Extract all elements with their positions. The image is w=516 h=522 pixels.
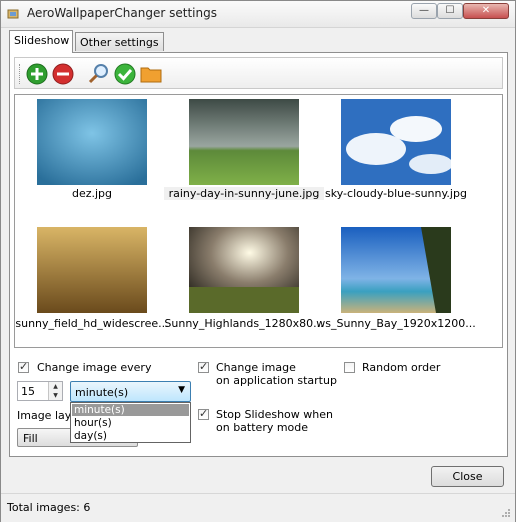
toolbar-grip[interactable]: [19, 64, 22, 84]
maximize-button[interactable]: ☐: [437, 3, 463, 19]
checkmark-icon: ✓: [199, 407, 209, 420]
battery-label-line1: Stop Slideshow when: [216, 408, 333, 421]
maximize-icon: ☐: [445, 5, 455, 16]
startup-checkbox[interactable]: ✓: [198, 360, 209, 373]
checkmark-icon: ✓: [199, 360, 209, 373]
status-bar: Total images: 6: [1, 493, 515, 522]
image-layout-label: Image layo: [17, 409, 78, 422]
settings-window: AeroWallpaperChanger settings — ☐ ✕ Slid…: [0, 0, 516, 522]
close-window-button[interactable]: ✕: [463, 3, 509, 19]
toolbar: [14, 57, 503, 89]
image-caption: ws_Sunny_Bay_1920x1200...: [316, 317, 476, 330]
image-layout-value: Fill: [23, 432, 38, 445]
dropdown-option-minute[interactable]: minute(s): [72, 404, 189, 416]
thumbnail-sunny-highlands[interactable]: [189, 227, 299, 313]
interval-value: 15: [21, 385, 35, 398]
thumbnail-rainy-day[interactable]: [189, 99, 299, 185]
add-icon[interactable]: [25, 62, 49, 86]
tab-slideshow[interactable]: Slideshow: [9, 30, 73, 53]
battery-label-line2: on battery mode: [216, 421, 309, 434]
interval-unit-select[interactable]: minute(s) ▼: [70, 381, 191, 402]
change-every-checkbox[interactable]: ✓: [18, 360, 29, 373]
magnifier-icon[interactable]: [87, 62, 111, 86]
check-icon[interactable]: [113, 62, 137, 86]
change-every-label: Change image every: [37, 361, 152, 374]
random-order-label: Random order: [362, 361, 441, 374]
window-title: AeroWallpaperChanger settings: [27, 6, 217, 20]
thumbnail-sunny-field[interactable]: [37, 227, 147, 313]
image-caption-selected: rainy-day-in-sunny-june.jpg: [164, 187, 324, 200]
thumbnail-sunny-bay[interactable]: [341, 227, 451, 313]
minimize-icon: —: [419, 5, 429, 16]
tab-other-settings[interactable]: Other settings: [75, 32, 164, 51]
checkmark-icon: ✓: [19, 360, 29, 373]
folder-icon[interactable]: [139, 62, 163, 86]
image-caption: sky-cloudy-blue-sunny.jpg: [325, 187, 467, 200]
dropdown-option-day[interactable]: day(s): [72, 430, 189, 442]
random-order-checkbox[interactable]: [344, 362, 355, 373]
interval-unit-dropdown: minute(s) hour(s) day(s): [70, 402, 191, 443]
thumbnail-sky-cloudy[interactable]: [341, 99, 451, 185]
close-button[interactable]: Close: [431, 466, 504, 487]
image-caption: Sunny_Highlands_1280x80...: [164, 317, 324, 330]
remove-icon[interactable]: [51, 62, 75, 86]
image-caption: dez.jpg: [71, 187, 113, 200]
stepper-up-icon[interactable]: ▲: [48, 382, 62, 391]
image-caption: sunny_field_hd_widescree...: [15, 317, 169, 330]
interval-stepper[interactable]: 15 ▲ ▼: [17, 381, 63, 401]
total-images-count: Total images: 6: [7, 501, 91, 514]
minimize-button[interactable]: —: [411, 3, 437, 19]
title-bar[interactable]: AeroWallpaperChanger settings — ☐ ✕: [1, 1, 515, 28]
dropdown-option-hour[interactable]: hour(s): [72, 417, 189, 429]
app-icon: [7, 9, 19, 19]
interval-unit-value: minute(s): [75, 386, 129, 399]
chevron-down-icon: ▼: [178, 385, 185, 395]
image-list[interactable]: dez.jpg rainy-day-in-sunny-june.jpg sky-…: [14, 94, 503, 348]
startup-label-line1: Change image: [216, 361, 296, 374]
startup-label-line2: on application startup: [216, 374, 337, 387]
close-icon: ✕: [481, 5, 491, 16]
resize-grip-icon[interactable]: [501, 508, 511, 518]
thumbnail-dez[interactable]: [37, 99, 147, 185]
stepper-down-icon[interactable]: ▼: [48, 391, 62, 400]
battery-checkbox[interactable]: ✓: [198, 407, 209, 420]
